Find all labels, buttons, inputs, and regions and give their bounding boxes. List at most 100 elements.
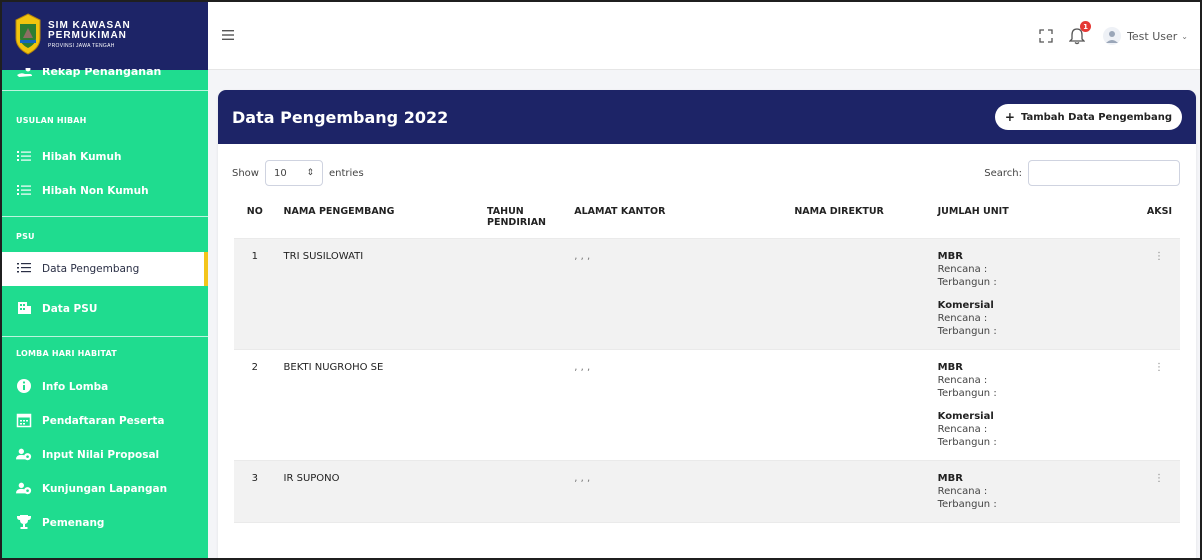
cell-aksi: ⋮	[1137, 238, 1180, 350]
sidebar-divider	[2, 216, 208, 217]
unit-rencana: Rencana :	[937, 486, 988, 497]
col-header-no[interactable]: NO	[234, 194, 276, 239]
col-header-direktur[interactable]: NAMA DIREKTUR	[786, 194, 930, 239]
sidebar-item-hibah-non-kumuh[interactable]: Hibah Non Kumuh	[2, 174, 208, 208]
sort-caret-icon: ⇕	[306, 168, 314, 178]
plus-icon: +	[1004, 110, 1015, 124]
table-row: 3 IR SUPONO , , , MBR Rencana : Terbangu…	[234, 460, 1180, 523]
entries-label: entries	[328, 167, 364, 179]
sidebar-item-kunjungan-lapangan[interactable]: Kunjungan Lapangan	[2, 472, 208, 506]
sidebar-section-psu: PSU	[16, 232, 35, 241]
sidebar-item-label: Data Pengembang	[42, 263, 140, 275]
calendar-icon	[16, 413, 32, 428]
unit-mbr-label: MBR	[937, 473, 963, 484]
list-icon	[17, 185, 31, 195]
sidebar-item-label: Rekap Penanganan	[42, 68, 162, 78]
entries-length: Show 10 ⇕ entries	[232, 160, 364, 186]
sidebar-item-label: Hibah Kumuh	[42, 151, 122, 163]
notification-button[interactable]: 1	[1068, 21, 1092, 45]
page-title: Data Pengembang 2022	[232, 107, 449, 127]
sidebar-item-pendaftaran-peserta[interactable]: Pendaftaran Peserta	[2, 404, 208, 438]
unit-terbangun: Terbangun :	[937, 277, 997, 288]
sidebar-item-label: Info Lomba	[42, 381, 109, 393]
sidebar-divider	[2, 336, 208, 337]
avatar[interactable]	[1103, 27, 1122, 45]
col-header-alamat[interactable]: ALAMAT KANTOR	[566, 194, 787, 239]
list-icon	[17, 263, 31, 273]
entries-value: 10	[273, 167, 287, 179]
search-input[interactable]	[1028, 160, 1180, 186]
sidebar-item-info-lomba[interactable]: Info Lomba	[2, 370, 208, 404]
unit-terbangun: Terbangun :	[937, 499, 997, 510]
col-header-aksi: AKSI	[1137, 194, 1180, 239]
building-icon	[18, 302, 31, 314]
chevron-down-icon[interactable]: ⌄	[1181, 32, 1188, 41]
cell-no: 1	[234, 238, 276, 350]
sidebar-item-hibah-kumuh[interactable]: Hibah Kumuh	[2, 140, 208, 174]
card-header: Data Pengembang 2022 + Tambah Data Penge…	[218, 90, 1196, 144]
cell-direktur	[786, 349, 930, 461]
app-window: SIM KAWASAN PERMUKIMAN PROVINSI JAWA TEN…	[0, 0, 1202, 560]
topbar-actions: 1 Test User ⌄	[1039, 21, 1188, 48]
cell-nama: IR SUPONO	[275, 460, 480, 523]
topbar: 1 Test User ⌄	[208, 2, 1200, 70]
cell-direktur	[786, 460, 930, 523]
sidebar-item-pemenang[interactable]: Pemenang	[2, 506, 208, 540]
cell-aksi: ⋮	[1137, 460, 1180, 523]
sidebar-section-usulan-hibah: USULAN HIBAH	[16, 116, 87, 125]
info-icon	[17, 379, 31, 393]
unit-rencana: Rencana :	[937, 424, 988, 435]
unit-mbr-label: MBR	[937, 251, 963, 262]
sidebar-divider	[2, 90, 208, 91]
table-header-row: NO NAMA PENGEMBANG TAHUN PENDIRIAN ALAMA…	[234, 194, 1180, 239]
central-java-emblem-icon	[15, 13, 41, 55]
user-name[interactable]: Test User	[1127, 30, 1177, 43]
add-button-label: Tambah Data Pengembang	[1020, 111, 1172, 123]
cell-alamat: , , ,	[566, 238, 787, 350]
unit-terbangun: Terbangun :	[937, 437, 997, 448]
sidebar-item-label: Kunjungan Lapangan	[42, 483, 168, 495]
add-developer-button[interactable]: + Tambah Data Pengembang	[994, 104, 1182, 130]
search-label: Search:	[984, 167, 1022, 179]
users-icon	[16, 482, 32, 495]
sidebar-item-label: Data PSU	[42, 303, 98, 315]
kebab-menu-icon[interactable]: ⋮	[1154, 362, 1172, 373]
sidebar: SIM KAWASAN PERMUKIMAN PROVINSI JAWA TEN…	[2, 2, 208, 558]
sidebar-item-data-psu[interactable]: Data PSU	[2, 292, 208, 326]
sidebar-item-data-pengembang[interactable]: Data Pengembang	[2, 252, 208, 286]
cell-no: 3	[234, 460, 276, 523]
cell-nama: TRI SUSILOWATI	[275, 238, 480, 350]
cell-jumlah-unit: MBR Rencana : Terbangun : Komersial Renc…	[929, 238, 1138, 350]
col-header-nama[interactable]: NAMA PENGEMBANG	[275, 194, 480, 239]
kebab-menu-icon[interactable]: ⋮	[1154, 251, 1172, 262]
brand-line2: PERMUKIMAN	[48, 30, 127, 41]
unit-rencana: Rencana :	[937, 313, 988, 324]
sidebar-item-rekap-penanganan[interactable]: Rekap Penanganan	[2, 68, 208, 86]
unit-terbangun: Terbangun :	[937, 326, 997, 337]
kebab-menu-icon[interactable]: ⋮	[1154, 473, 1172, 484]
table-row: 2 BEKTI NUGROHO SE , , , MBR Rencana : T…	[234, 349, 1180, 461]
cell-direktur	[786, 238, 930, 350]
col-header-tahun[interactable]: TAHUN PENDIRIAN	[479, 194, 567, 239]
fullscreen-icon[interactable]	[1039, 29, 1053, 43]
brand[interactable]: SIM KAWASAN PERMUKIMAN PROVINSI JAWA TEN…	[2, 2, 208, 70]
entries-select[interactable]: 10 ⇕	[264, 160, 323, 186]
unit-terbangun: Terbangun :	[937, 388, 997, 399]
col-header-jumlah[interactable]: JUMLAH UNIT	[929, 194, 1138, 239]
list-icon	[17, 151, 31, 161]
brand-line3: PROVINSI JAWA TENGAH	[48, 43, 115, 49]
sidebar-item-input-nilai-proposal[interactable]: Input Nilai Proposal	[2, 438, 208, 472]
unit-komersial-label: Komersial	[937, 411, 994, 422]
hamburger-menu-icon[interactable]	[222, 30, 234, 40]
sidebar-section-lomba: LOMBA HARI HABITAT	[16, 349, 117, 358]
notification-badge: 1	[1080, 21, 1092, 32]
data-card: Data Pengembang 2022 + Tambah Data Penge…	[218, 90, 1196, 558]
table-controls: Show 10 ⇕ entries Search:	[218, 144, 1196, 194]
table-row: 1 TRI SUSILOWATI , , , MBR Rencana : Ter…	[234, 238, 1180, 350]
sidebar-item-label: Input Nilai Proposal	[42, 449, 160, 461]
cell-alamat: , , ,	[566, 349, 787, 461]
cell-jumlah-unit: MBR Rencana : Terbangun : Komersial Renc…	[929, 349, 1138, 461]
cell-tahun	[479, 460, 567, 523]
unit-rencana: Rencana :	[937, 375, 988, 386]
cell-nama: BEKTI NUGROHO SE	[275, 349, 480, 461]
